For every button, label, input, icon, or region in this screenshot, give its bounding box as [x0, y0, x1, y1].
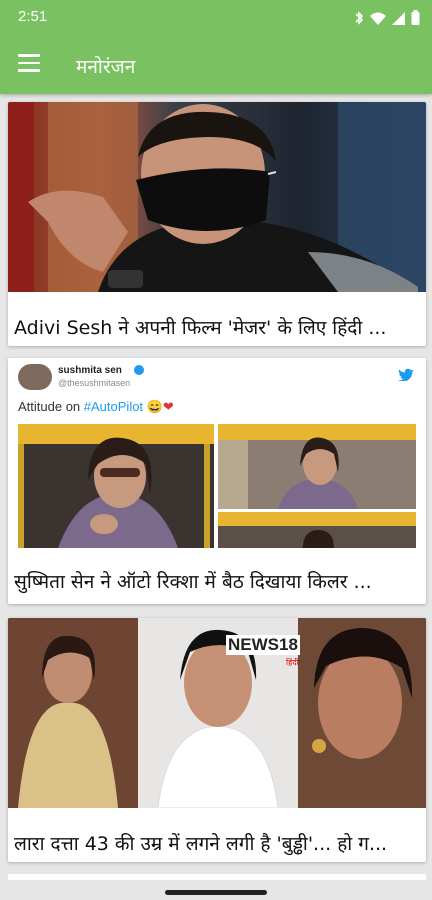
tweet-photo [18, 424, 214, 548]
news-feed[interactable]: Adivi Sesh ने अपनी फिल्म 'मेजर' के लिए ह… [0, 94, 432, 880]
tweet-text: Attitude on #AutoPilot 😄❤ [18, 399, 174, 415]
news-card-image[interactable] [8, 102, 426, 292]
app-bar: मनोरंजन [0, 36, 432, 94]
page-title: मनोरंजन [76, 56, 136, 78]
news18-logo: NEWS18 हिंदी [226, 635, 306, 667]
wifi-icon [370, 10, 386, 29]
status-bar: 2:51 [0, 0, 432, 36]
cellular-signal-icon [392, 10, 405, 29]
news-card-image[interactable]: sushmita sen @thesushmitasen Attitude on… [8, 358, 426, 553]
news-card-image[interactable]: NEWS18 हिंदी [8, 618, 426, 808]
hamburger-menu-icon[interactable] [18, 54, 40, 74]
tweet-author-handle: @thesushmitasen [58, 378, 131, 388]
news-card-title[interactable]: लारा दत्ता 43 की उम्र में लगने लगी है 'ब… [14, 830, 420, 856]
tweet-photo [218, 424, 416, 509]
tweet-emoji: 😄❤ [146, 399, 174, 414]
twitter-bird-icon [398, 366, 414, 385]
battery-icon [411, 10, 420, 29]
status-time: 2:51 [18, 8, 48, 25]
status-icons [354, 10, 420, 29]
home-gesture-bar[interactable] [165, 890, 267, 895]
news-card[interactable]: NEWS18 हिंदी लारा दत्ता 43 की उम्र में ल… [8, 618, 426, 862]
news-card-title[interactable]: सुष्मिता सेन ने ऑटो रिक्शा में बैठ दिखाय… [14, 568, 420, 594]
verified-badge-icon [134, 365, 144, 375]
bluetooth-icon [354, 10, 364, 29]
avatar [18, 364, 52, 390]
tweet-text-body: Attitude on [18, 399, 84, 414]
twitter-embed: sushmita sen @thesushmitasen Attitude on… [8, 358, 426, 553]
news-card[interactable]: sushmita sen @thesushmitasen Attitude on… [8, 358, 426, 604]
tweet-author-name: sushmita sen [58, 365, 122, 376]
news-card[interactable]: Adivi Sesh ने अपनी फिल्म 'मेजर' के लिए ह… [8, 102, 426, 346]
news18-logo-text: NEWS18 [226, 635, 300, 655]
tweet-hashtag: #AutoPilot [83, 399, 144, 414]
news18-logo-subtext: हिंदी [286, 658, 299, 667]
news-card-title[interactable]: Adivi Sesh ने अपनी फिल्म 'मेजर' के लिए ह… [14, 314, 420, 340]
tweet-photo [218, 512, 416, 548]
